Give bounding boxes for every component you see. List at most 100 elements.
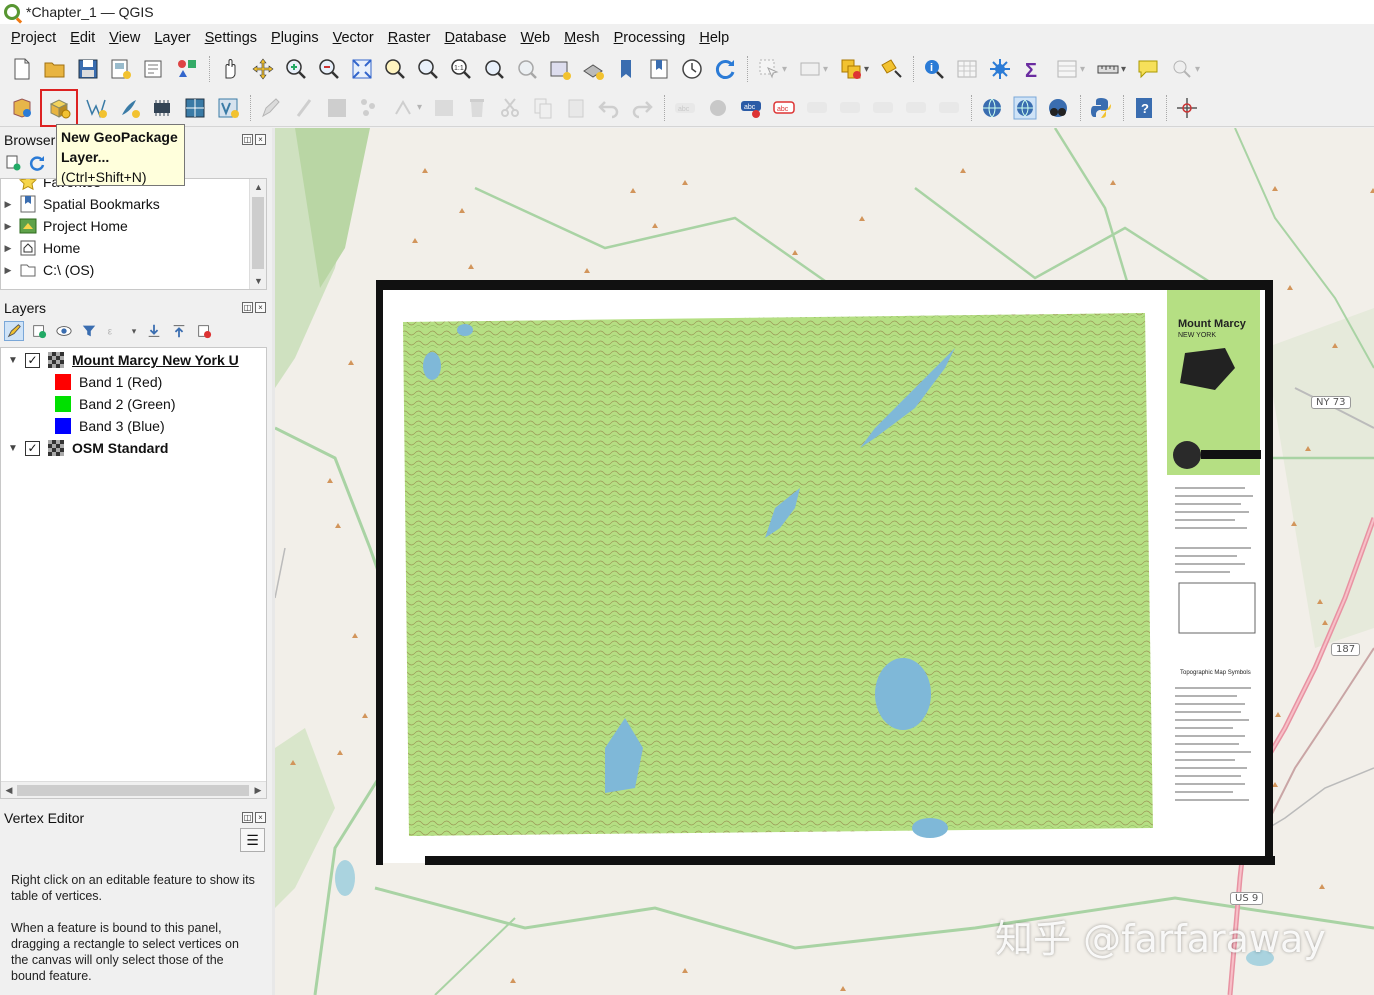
browser-refresh-icon[interactable] <box>28 154 46 172</box>
add-xyz-layer-icon[interactable] <box>1011 94 1039 122</box>
move-label-icon[interactable] <box>803 94 831 122</box>
browser-item-home[interactable]: ▶ Home <box>1 237 266 259</box>
close-panel-icon[interactable]: × <box>255 302 266 313</box>
select-features-icon[interactable] <box>754 55 790 83</box>
label-properties-icon[interactable] <box>935 94 963 122</box>
python-console-icon[interactable] <box>1087 94 1115 122</box>
layout-manager-icon[interactable] <box>140 55 168 83</box>
save-layer-edits-icon[interactable] <box>323 94 351 122</box>
add-wms-layer-icon[interactable] <box>978 94 1006 122</box>
undo-icon[interactable] <box>595 94 623 122</box>
scroll-up-icon[interactable]: ▲ <box>250 179 266 195</box>
add-group-icon[interactable] <box>29 321 49 341</box>
menu-processing[interactable]: Processing <box>607 30 693 46</box>
expand-arrow-icon[interactable]: ▶ <box>1 221 15 232</box>
menu-layer[interactable]: Layer <box>147 30 197 46</box>
collapse-arrow-icon[interactable]: ▼ <box>1 443 25 454</box>
zoom-in-icon[interactable] <box>282 55 310 83</box>
float-panel-icon[interactable]: ◫ <box>242 812 253 823</box>
pan-to-selection-icon[interactable] <box>249 55 277 83</box>
coordinate-capture-icon[interactable] <box>1173 94 1201 122</box>
remove-layer-icon[interactable] <box>194 321 214 341</box>
label-pin-icon[interactable]: abc <box>737 94 765 122</box>
redo-icon[interactable] <box>628 94 656 122</box>
open-attribute-table-icon[interactable] <box>953 55 981 83</box>
dropdown-arrow-icon[interactable]: ▾ <box>129 321 139 341</box>
toolbox-icon[interactable] <box>986 55 1014 83</box>
menu-project[interactable]: Project <box>4 30 63 46</box>
new-geopackage-layer-icon[interactable] <box>40 88 78 127</box>
new-print-layout-icon[interactable] <box>107 55 135 83</box>
modify-attributes-icon[interactable] <box>430 94 458 122</box>
zoom-next-icon[interactable] <box>513 55 541 83</box>
select-by-value-icon[interactable] <box>795 55 831 83</box>
layer-visibility-checkbox[interactable]: ✓ <box>25 440 40 456</box>
new-spatialite-layer-icon[interactable] <box>115 94 143 122</box>
browser-scrollbar[interactable]: ▲ ▼ <box>249 179 266 289</box>
zoom-native-icon[interactable]: 1:1 <box>447 55 475 83</box>
show-bookmarks-icon[interactable] <box>645 55 673 83</box>
select-location-icon[interactable] <box>877 55 905 83</box>
save-project-icon[interactable] <box>74 55 102 83</box>
scrollbar-thumb[interactable] <box>252 197 264 269</box>
menu-web[interactable]: Web <box>514 30 558 46</box>
delete-selected-icon[interactable] <box>463 94 491 122</box>
filter-legend-icon[interactable] <box>79 321 99 341</box>
new-vector-tile-layer-icon[interactable] <box>214 94 242 122</box>
zoom-last-icon[interactable] <box>480 55 508 83</box>
toggle-editing-icon[interactable] <box>290 94 318 122</box>
add-selected-layers-icon[interactable] <box>4 154 22 172</box>
identify-features-icon[interactable]: i <box>920 55 948 83</box>
zoom-full-icon[interactable] <box>348 55 376 83</box>
collapse-all-icon[interactable] <box>169 321 189 341</box>
add-wfs-layer-icon[interactable] <box>1044 94 1072 122</box>
new-map-view-icon[interactable] <box>546 55 574 83</box>
new-3d-view-icon[interactable] <box>579 55 607 83</box>
new-virtual-layer-icon[interactable] <box>181 94 209 122</box>
data-source-manager-icon[interactable] <box>8 94 36 122</box>
layer-diagram-options-icon[interactable] <box>704 94 732 122</box>
style-manager-icon[interactable] <box>173 55 201 83</box>
layers-horizontal-scrollbar[interactable]: ◀ ▶ <box>1 781 266 798</box>
add-feature-icon[interactable] <box>356 94 384 122</box>
map-tips-icon[interactable] <box>1134 55 1162 83</box>
collapse-arrow-icon[interactable]: ▼ <box>1 355 25 366</box>
cut-features-icon[interactable] <box>496 94 524 122</box>
help-contents-icon[interactable]: ? <box>1130 94 1158 122</box>
measure-line-icon[interactable] <box>1093 55 1129 83</box>
map-canvas[interactable]: Mount Marcy NEW YORK Topographic Map Sym… <box>275 128 1374 995</box>
rotate-label-icon[interactable] <box>869 94 897 122</box>
layer-item-osm-standard[interactable]: ▼ ✓ OSM Standard <box>1 437 266 459</box>
float-panel-icon[interactable]: ◫ <box>242 134 253 145</box>
filter-by-expression-icon[interactable]: ε <box>104 321 124 341</box>
pan-map-icon[interactable] <box>216 55 244 83</box>
vertex-tool-icon[interactable] <box>389 94 425 122</box>
menu-help[interactable]: Help <box>692 30 736 46</box>
layer-item-mount-marcy[interactable]: ▼ ✓ Mount Marcy New York U <box>1 349 266 371</box>
current-edits-icon[interactable] <box>257 94 285 122</box>
manage-map-themes-icon[interactable] <box>54 321 74 341</box>
attribute-table-dropdown-icon[interactable] <box>1052 55 1088 83</box>
menu-mesh[interactable]: Mesh <box>557 30 606 46</box>
copy-features-icon[interactable] <box>529 94 557 122</box>
new-project-icon[interactable] <box>8 55 36 83</box>
browser-item-spatial-bookmarks[interactable]: ▶ Spatial Bookmarks <box>1 193 266 215</box>
zoom-out-icon[interactable] <box>315 55 343 83</box>
open-layer-styling-icon[interactable] <box>4 321 24 341</box>
close-panel-icon[interactable]: × <box>255 134 266 145</box>
refresh-icon[interactable] <box>711 55 739 83</box>
browser-item-c-drive[interactable]: ▶ C:\ (OS) <box>1 259 266 281</box>
menu-raster[interactable]: Raster <box>381 30 438 46</box>
temporal-controller-icon[interactable] <box>678 55 706 83</box>
layer-visibility-checkbox[interactable]: ✓ <box>25 352 40 368</box>
menu-database[interactable]: Database <box>437 30 513 46</box>
menu-view[interactable]: View <box>102 30 147 46</box>
zoom-to-selection-icon[interactable] <box>381 55 409 83</box>
deselect-features-icon[interactable] <box>836 55 872 83</box>
float-panel-icon[interactable]: ◫ <box>242 302 253 313</box>
hamburger-menu-icon[interactable]: ☰ <box>240 828 265 852</box>
scroll-left-icon[interactable]: ◀ <box>1 782 17 799</box>
layer-labeling-options-icon[interactable]: abc <box>671 94 699 122</box>
open-project-icon[interactable] <box>41 55 69 83</box>
browser-item-project-home[interactable]: ▶ Project Home <box>1 215 266 237</box>
